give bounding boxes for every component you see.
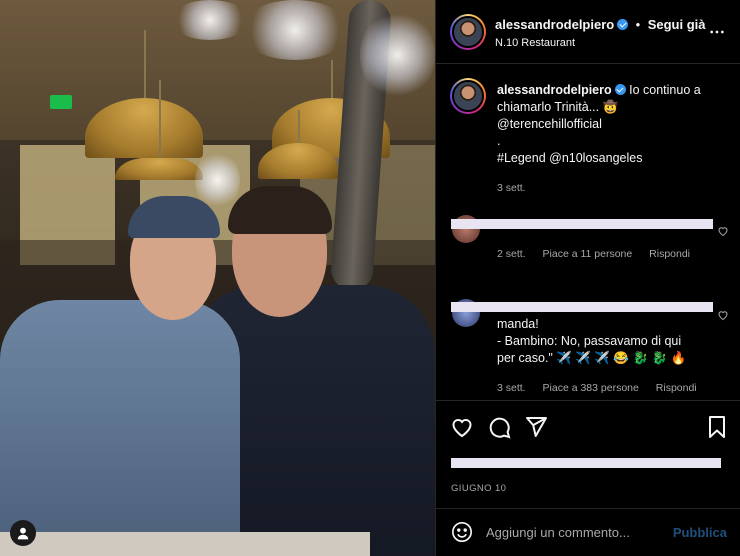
comment-like-icon[interactable] <box>717 309 729 321</box>
comment-line: - Bambino: No, passavamo di qui <box>497 334 682 348</box>
pendant-lamp <box>115 80 203 180</box>
post-side-panel: alessandrodelpiero • Segui già N.10 Rest… <box>435 0 740 556</box>
redacted-likes-summary <box>451 458 721 468</box>
redacted-comment-text <box>451 219 713 229</box>
following-button[interactable]: Segui già <box>648 17 706 32</box>
comment-line: per caso." ✈️ ✈️ ✈️ 😂 🐉 🐉 🔥 <box>497 351 687 365</box>
table-edge <box>0 532 370 556</box>
tree-lights <box>360 10 435 100</box>
post-header: alessandrodelpiero • Segui già N.10 Rest… <box>436 0 740 64</box>
caption-author-avatar[interactable] <box>450 78 486 114</box>
reply-button[interactable]: Rispondi <box>649 248 690 260</box>
person-left-body <box>0 300 240 556</box>
caption-text: alessandrodelpiero Io continuo a chiamar… <box>497 82 727 197</box>
exit-sign <box>50 95 72 109</box>
heart-icon[interactable] <box>450 415 474 439</box>
comment-icon[interactable] <box>487 415 511 439</box>
post-photo[interactable] <box>0 0 435 556</box>
caption-line: chiamarlo Trinità... 🤠 <box>497 100 619 114</box>
publish-button[interactable]: Pubblica <box>673 525 727 540</box>
comment-input[interactable] <box>486 521 666 543</box>
caption-age: 3 sett. <box>497 182 526 194</box>
post-actions: GIUGNO 10 <box>436 400 740 516</box>
reply-button[interactable]: Rispondi <box>656 382 697 394</box>
author-username[interactable]: alessandrodelpiero <box>495 17 614 32</box>
header-author-row: alessandrodelpiero • Segui già <box>495 16 705 34</box>
comment-composer: Pubblica <box>436 508 740 556</box>
comment-likes[interactable]: Piace a 383 persone <box>543 382 639 394</box>
tagged-users-icon[interactable] <box>10 520 36 546</box>
tree-lights <box>170 0 250 40</box>
share-icon[interactable] <box>524 415 548 439</box>
caption-author-username[interactable]: alessandrodelpiero <box>497 83 612 97</box>
comment-text: manda! - Bambino: No, passavamo di qui p… <box>497 316 712 367</box>
author-avatar[interactable] <box>450 14 486 50</box>
comment-age: 2 sett. <box>497 248 526 260</box>
caption-line: Io continuo a <box>629 83 701 97</box>
comments-list[interactable]: alessandrodelpiero Io continuo a chiamar… <box>436 64 740 400</box>
comment-meta: 3 sett. Piace a 383 persone Rispondi <box>497 382 711 394</box>
bookmark-icon[interactable] <box>705 415 729 439</box>
comment-age: 3 sett. <box>497 382 526 394</box>
caption-mention[interactable]: @terencehillofficial <box>497 116 727 133</box>
caption-hashtags[interactable]: #Legend @n10losangeles <box>497 150 727 167</box>
verified-badge-icon <box>617 19 629 30</box>
location-link[interactable]: N.10 Restaurant <box>495 37 575 49</box>
caption-line: . <box>497 134 501 148</box>
redacted-comment-text <box>451 302 713 312</box>
pendant-lamp <box>258 110 338 182</box>
separator-dot: • <box>635 17 641 32</box>
comment-like-icon[interactable] <box>717 225 729 237</box>
comment-meta: 2 sett. Piace a 11 persone Rispondi <box>497 248 704 260</box>
emoji-icon[interactable] <box>451 521 473 543</box>
tree-lights <box>240 0 350 60</box>
more-horizontal-icon[interactable] <box>709 24 725 40</box>
post-date[interactable]: GIUGNO 10 <box>451 483 506 494</box>
verified-badge-icon <box>614 84 626 95</box>
comment-likes[interactable]: Piace a 11 persone <box>543 248 633 260</box>
comment-line: manda! <box>497 317 539 331</box>
